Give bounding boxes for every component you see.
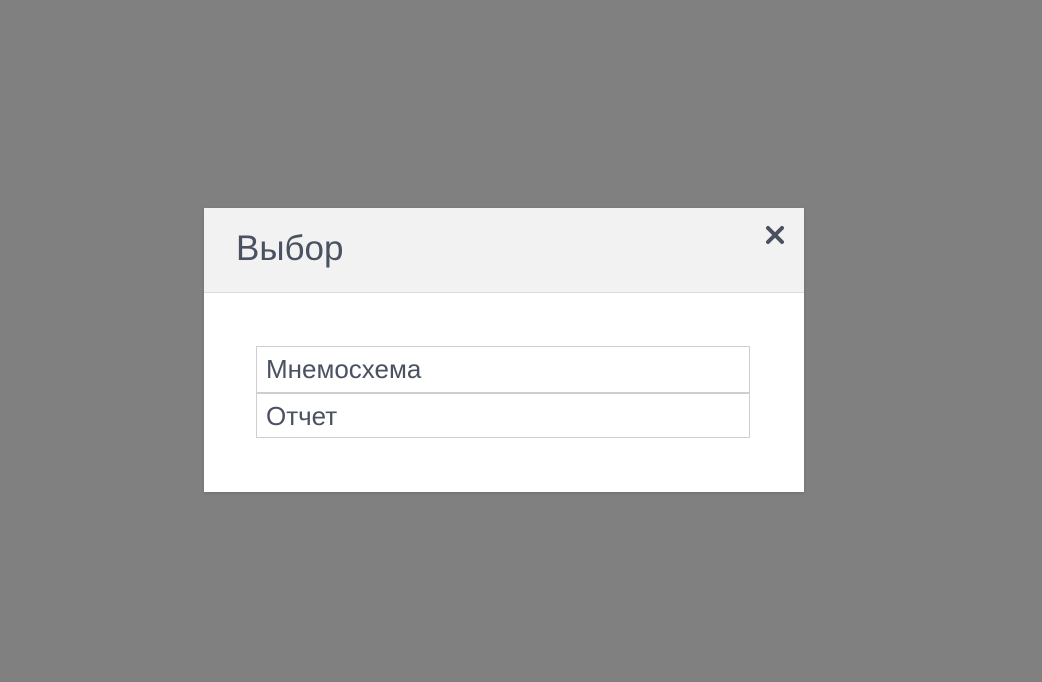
close-icon (766, 226, 784, 244)
close-button[interactable] (760, 220, 790, 250)
dialog-title: Выбор (236, 229, 344, 268)
option-item-report[interactable]: Отчет (257, 392, 749, 437)
dialog-header: Выбор (204, 208, 804, 293)
selection-dialog: Выбор Мнемосхема Отчет (204, 208, 804, 492)
option-list: Мнемосхема Отчет (256, 346, 750, 438)
option-item-mnemoscheme[interactable]: Мнемосхема (257, 347, 749, 392)
